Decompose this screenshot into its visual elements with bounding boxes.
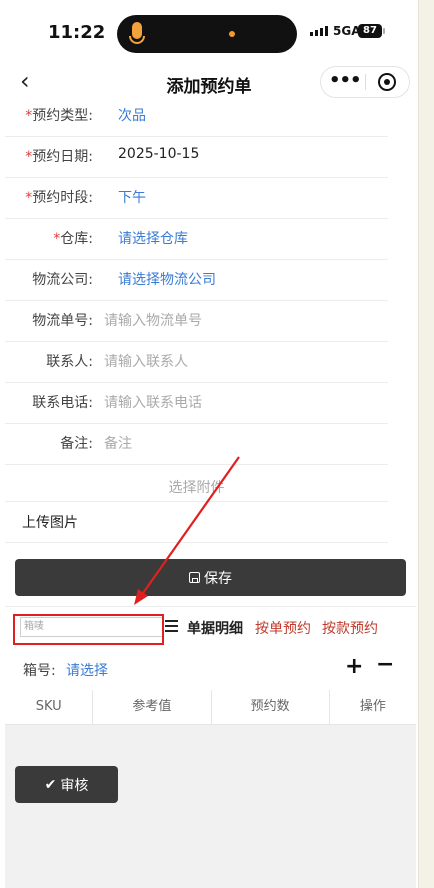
appointment-form: *预约类型: 次品 *预约日期: 2025-10-15 *预约时段: 下午 *仓库: 请选择仓… — [5, 96, 388, 543]
annotation-highlight-box — [13, 614, 164, 645]
form-label-date: *预约日期: — [5, 146, 93, 166]
form-label-phone: 联系电话: — [5, 392, 93, 412]
save-disk-icon — [189, 572, 200, 583]
box-number-row: 箱号: 请选择 + − — [5, 648, 416, 691]
form-label-timeslot: *预约时段: — [5, 187, 93, 207]
form-row-timeslot: *预约时段: 下午 — [5, 178, 388, 219]
remove-box-icon[interactable]: − — [376, 652, 394, 677]
signal-icon — [310, 26, 328, 36]
upload-images-row: 上传图片 — [5, 502, 388, 543]
form-row-warehouse: *仓库: 请选择仓库 — [5, 219, 388, 260]
indicator-dot-icon — [229, 31, 235, 37]
form-row-date: *预约日期: 2025-10-15 — [5, 137, 388, 178]
column-header-sku: SKU — [5, 690, 94, 724]
attachment-row: 选择附件 — [5, 465, 388, 502]
table-header: SKU 参考值 预约数 操作 — [5, 690, 416, 725]
list-menu-icon[interactable] — [165, 620, 178, 632]
box-number-label: 箱号: — [23, 663, 56, 679]
audit-button-label: 审核 — [60, 777, 89, 794]
form-field-phone[interactable]: 请输入联系电话 — [104, 392, 202, 412]
form-field-warehouse[interactable]: 请选择仓库 — [118, 228, 188, 248]
form-label-text: 联系电话: — [32, 395, 93, 411]
microphone-icon — [129, 22, 145, 44]
form-row-logistics-company: 物流公司: 请选择物流公司 — [5, 260, 388, 301]
status-time: 11:22 — [48, 22, 106, 43]
form-label-text: 预约日期: — [32, 149, 93, 165]
box-number-select[interactable]: 请选择 — [66, 660, 108, 680]
column-header-reference: 参考值 — [93, 690, 212, 724]
form-label-text: 备注: — [60, 436, 93, 452]
form-label-type: *预约类型: — [5, 105, 93, 125]
mini-program-capsule: ••• — [320, 66, 410, 98]
form-row-contact: 联系人: 请输入联系人 — [5, 342, 388, 383]
form-field-type[interactable]: 次品 — [118, 105, 146, 125]
tab-by-style[interactable]: 按款预约 — [322, 618, 378, 638]
column-header-quantity: 预约数 — [212, 690, 330, 724]
capsule-divider — [365, 74, 366, 90]
save-button-label: 保存 — [204, 570, 232, 587]
form-field-logistics-company[interactable]: 请选择物流公司 — [118, 269, 216, 289]
audit-button[interactable]: ✔ 审核 — [15, 766, 118, 803]
form-label-logistics-company: 物流公司: — [5, 269, 93, 289]
form-label-contact: 联系人: — [5, 351, 93, 371]
form-row-phone: 联系电话: 请输入联系电话 — [5, 383, 388, 424]
form-label-text: 联系人: — [46, 354, 93, 370]
form-field-remark[interactable]: 备注 — [104, 433, 132, 453]
form-field-tracking-number[interactable]: 请输入物流单号 — [104, 310, 202, 330]
form-row-remark: 备注: 备注 — [5, 424, 388, 465]
form-label-text: 仓库: — [60, 231, 93, 247]
form-row-tracking-number: 物流单号: 请输入物流单号 — [5, 301, 388, 342]
detail-label: 单据明细 — [187, 621, 243, 637]
form-field-contact[interactable]: 请输入联系人 — [104, 351, 188, 371]
form-label-text: 物流公司: — [32, 272, 93, 288]
form-label-tracking-number: 物流单号: — [5, 310, 93, 330]
status-bar: 11:22 5GA 87 — [0, 0, 418, 66]
tab-by-order[interactable]: 按单预约 — [255, 618, 311, 638]
form-label-remark: 备注: — [5, 433, 93, 453]
form-label-text: 预约类型: — [32, 108, 93, 124]
column-header-action: 操作 — [359, 699, 386, 714]
dynamic-island — [117, 15, 297, 53]
table-body — [5, 725, 416, 888]
upload-images-label[interactable]: 上传图片 — [22, 512, 78, 532]
battery-icon: 87 — [358, 24, 385, 38]
form-label-text: 预约时段: — [32, 190, 93, 206]
select-attachment-button[interactable]: 选择附件 — [5, 477, 388, 497]
add-box-icon[interactable]: + — [345, 654, 363, 679]
form-label-warehouse: *仓库: — [5, 228, 93, 248]
app-screen: 11:22 5GA 87 ‹ 添加预约单 ••• *预约类型: 次品 *预约日期: 2… — [0, 0, 419, 888]
form-label-text: 物流单号: — [32, 313, 93, 329]
form-field-date[interactable]: 2025-10-15 — [118, 146, 199, 162]
form-row-type: *预约类型: 次品 — [5, 96, 388, 137]
check-icon: ✔ — [44, 776, 57, 793]
network-type: 5GA — [333, 24, 361, 38]
close-miniprogram-icon[interactable] — [378, 73, 396, 91]
more-icon[interactable]: ••• — [329, 70, 362, 91]
form-field-timeslot[interactable]: 下午 — [118, 187, 146, 207]
save-button[interactable]: 保存 — [15, 559, 406, 596]
